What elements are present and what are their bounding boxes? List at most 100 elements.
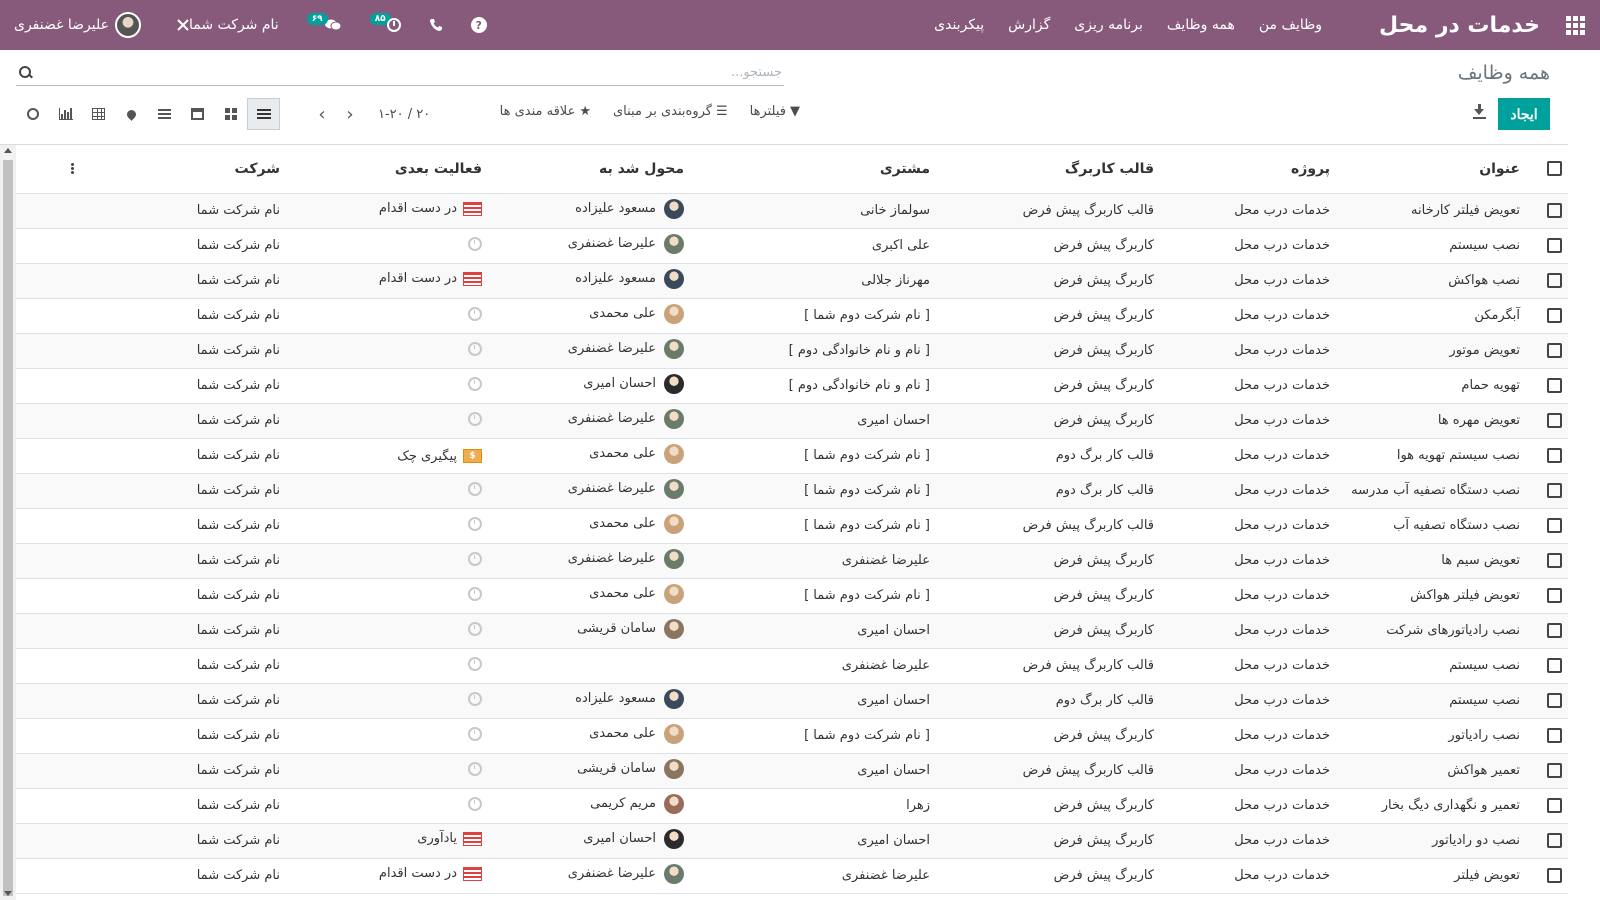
table-row[interactable]: نصب رادیاتور خدمات درب محل کاربرگ پیش فرض[… — [16, 718, 1568, 754]
activity-clock-icon[interactable] — [468, 621, 482, 636]
table-row[interactable]: تعویض سیم ها خدمات درب محل کاربرگ پیش فرض ع… — [16, 543, 1568, 579]
menu-configuration[interactable]: پیکربندی — [922, 17, 996, 33]
table-row[interactable]: تعویض فیلتر کارخانه خدمات درب محل قالب کار… — [16, 193, 1568, 229]
help-button[interactable]: ? — [470, 17, 487, 33]
activity-clock-icon[interactable] — [468, 341, 482, 356]
assignee-widget[interactable]: علی محمدی — [589, 443, 684, 464]
row-checkbox[interactable] — [1547, 623, 1562, 638]
table-row[interactable]: تعمیر هواکش خدمات درب محل قالب کاربرگ پیش … — [16, 753, 1568, 789]
activity-clock-icon[interactable] — [468, 516, 482, 531]
messaging-menu[interactable]: ۶۹ — [306, 13, 342, 32]
row-checkbox[interactable] — [1547, 518, 1562, 533]
table-row[interactable]: تعویض فیلتر هواکش خدمات درب محل کاربرگ پیش… — [16, 578, 1568, 614]
row-checkbox[interactable] — [1547, 553, 1562, 568]
table-row[interactable]: آبگرمکن خدمات درب محل کاربرگ پیش فرض[ نام … — [16, 298, 1568, 334]
optional-columns-icon[interactable] — [64, 163, 80, 175]
table-row[interactable]: نصب دستگاه تصفیه آب خدمات درب محل قالب کار… — [16, 508, 1568, 544]
select-all-checkbox[interactable] — [1547, 161, 1562, 177]
table-row[interactable]: تعویض فیلتر خدمات درب محل کاربرگ پیش فرض عل… — [16, 858, 1568, 894]
row-checkbox[interactable] — [1547, 483, 1562, 498]
pager-value[interactable]: ۱-۲۰ / ۲۰ — [378, 107, 430, 122]
row-checkbox[interactable] — [1547, 448, 1562, 463]
row-checkbox[interactable] — [1547, 308, 1562, 323]
activity-clock-icon[interactable] — [468, 411, 482, 426]
menu-reporting[interactable]: گزارش — [996, 17, 1062, 33]
favorites-button[interactable]: ★ علاقه مندی ها — [500, 104, 591, 119]
table-row[interactable]: نصب رادیاتورهای شرکت خدمات درب محل کاربرگ … — [16, 613, 1568, 649]
view-map-button[interactable] — [115, 98, 148, 130]
activity-clock-icon[interactable] — [468, 796, 482, 811]
activity-clock-icon[interactable] — [468, 481, 482, 496]
user-menu[interactable]: علیرضا غضنفری — [14, 12, 141, 38]
row-checkbox[interactable] — [1547, 588, 1562, 603]
todo-activity-icon[interactable] — [463, 201, 482, 216]
row-checkbox[interactable] — [1547, 378, 1562, 393]
table-row[interactable]: نصب سیستم خدمات درب محل قالب کاربرگ پیش فر… — [16, 648, 1568, 684]
assignee-widget[interactable]: علیرضا غضنفری — [568, 478, 684, 499]
assignee-widget[interactable]: علی محمدی — [589, 303, 684, 324]
col-title[interactable]: عنوان — [1336, 145, 1526, 194]
assignee-widget[interactable]: علی محمدی — [589, 723, 684, 744]
table-row[interactable]: نصب هواکش خدمات درب محل کاربرگ پیش فرض مهرن… — [16, 263, 1568, 299]
row-checkbox[interactable] — [1547, 238, 1562, 253]
col-project[interactable]: پروژه — [1160, 145, 1336, 194]
apps-menu-icon[interactable] — [1550, 0, 1600, 50]
row-checkbox[interactable] — [1547, 693, 1562, 708]
activity-menu[interactable]: ۸۵ — [369, 13, 401, 32]
assignee-widget[interactable]: سامان قریشی — [577, 758, 684, 779]
activity-clock-icon[interactable] — [468, 551, 482, 566]
pager-previous-icon[interactable]: ‹ — [312, 104, 332, 125]
assignee-widget[interactable]: علیرضا غضنفری — [568, 233, 684, 254]
view-list-button[interactable] — [247, 98, 280, 130]
activity-clock-icon[interactable] — [468, 761, 482, 776]
col-company[interactable]: شرکت — [86, 145, 286, 194]
assignee-widget[interactable]: احسان امیری — [583, 828, 684, 849]
assignee-widget[interactable]: سامان قریشی — [577, 618, 684, 639]
activity-clock-icon[interactable] — [468, 236, 482, 251]
money-activity-icon[interactable]: $ — [463, 449, 482, 464]
table-row[interactable]: تعویض مهره ها خدمات درب محل کاربرگ پیش فرض… — [16, 403, 1568, 439]
voip-button[interactable] — [429, 18, 443, 32]
assignee-widget[interactable]: مریم کریمی — [590, 793, 684, 814]
table-row[interactable]: تعمیر و نگهداری دیگ بخار خدمات درب محل کار… — [16, 788, 1568, 824]
view-kanban-button[interactable] — [214, 98, 247, 130]
row-checkbox[interactable] — [1547, 658, 1562, 673]
col-customer[interactable]: مشتری — [690, 145, 936, 194]
create-button[interactable]: ایجاد — [1498, 98, 1550, 130]
row-checkbox[interactable] — [1547, 763, 1562, 778]
assignee-widget[interactable]: علی محمدی — [589, 513, 684, 534]
activity-clock-icon[interactable] — [468, 586, 482, 601]
assignee-widget[interactable]: مسعود علیزاده — [575, 268, 684, 289]
table-row[interactable]: نصب سیستم خدمات درب محل قالب کار برگ دوم اح… — [16, 683, 1568, 719]
groupby-button[interactable]: ☰ گروه‌بندی بر مبنای — [613, 104, 728, 119]
assignee-widget[interactable]: علیرضا غضنفری — [568, 338, 684, 359]
activity-clock-icon[interactable] — [468, 306, 482, 321]
row-checkbox[interactable] — [1547, 728, 1562, 743]
row-checkbox[interactable] — [1547, 203, 1562, 218]
activity-clock-icon[interactable] — [468, 726, 482, 741]
assignee-widget[interactable]: علی محمدی — [589, 583, 684, 604]
search-input[interactable] — [34, 65, 784, 80]
assignee-widget[interactable]: علیرضا غضنفری — [568, 863, 684, 884]
activity-clock-icon[interactable] — [468, 656, 482, 671]
view-graph-button[interactable] — [49, 98, 82, 130]
filters-button[interactable]: ▼ فیلترها — [750, 104, 800, 119]
view-pivot-button[interactable] — [82, 98, 115, 130]
app-title[interactable]: خدمات در محل — [1379, 13, 1540, 38]
view-activity-button[interactable] — [16, 98, 49, 130]
company-switcher[interactable]: نام شرکت شما — [169, 17, 279, 33]
assignee-widget[interactable]: مسعود علیزاده — [575, 688, 684, 709]
table-row[interactable]: نصب دستگاه تصفیه آب مدرسه خدمات درب محل قا… — [16, 473, 1568, 509]
download-icon[interactable] — [1472, 104, 1488, 120]
table-row[interactable]: تعویض موتور خدمات درب محل کاربرگ پیش فرض[ … — [16, 333, 1568, 369]
assignee-widget[interactable]: مسعود علیزاده — [575, 198, 684, 219]
col-template[interactable]: قالب کاربرگ — [936, 145, 1160, 194]
pager-next-icon[interactable]: › — [340, 104, 360, 125]
table-row[interactable]: نصب سیستم خدمات درب محل کاربرگ پیش فرض علی … — [16, 228, 1568, 264]
table-row[interactable]: نصب دو رادیاتور خدمات درب محل کاربرگ پیش ف… — [16, 823, 1568, 859]
assignee-widget[interactable]: علیرضا غضنفری — [568, 408, 684, 429]
activity-clock-icon[interactable] — [468, 376, 482, 391]
todo-activity-icon[interactable] — [463, 271, 482, 286]
menu-all-tasks[interactable]: همه وظایف — [1155, 17, 1247, 33]
row-checkbox[interactable] — [1547, 798, 1562, 813]
